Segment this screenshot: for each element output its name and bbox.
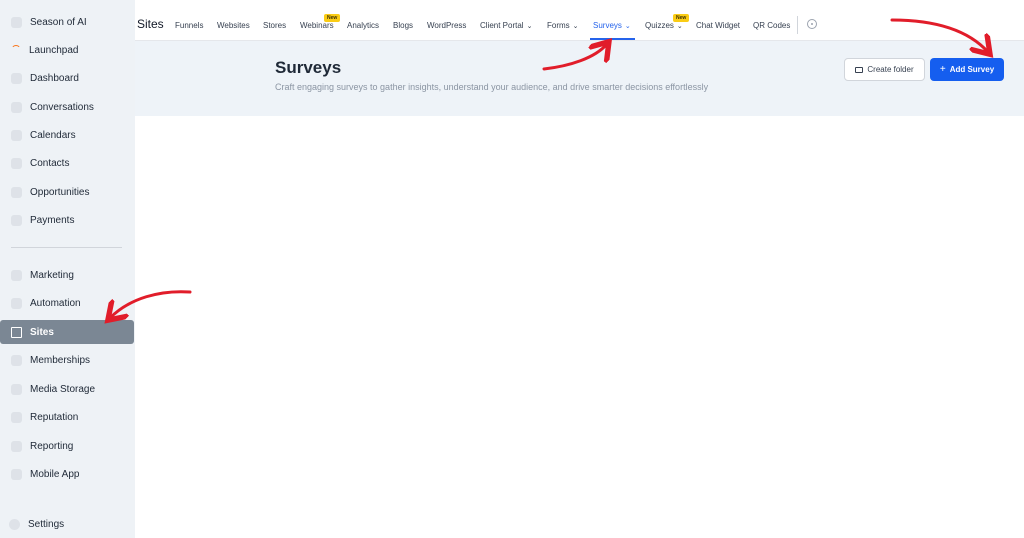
- chevron-down-icon: ⌄: [624, 23, 631, 30]
- sidebar-divider: [11, 247, 122, 248]
- sidebar-item-label: Season of AI: [30, 16, 87, 28]
- memberships-icon: [11, 354, 22, 366]
- sidebar-item-reporting[interactable]: Reporting: [0, 434, 134, 458]
- page-header: Surveys Craft engaging surveys to gather…: [135, 41, 1024, 116]
- chevron-down-icon: ⌄: [526, 23, 533, 30]
- tab-funnels[interactable]: Funnels: [175, 21, 203, 30]
- sidebar-item-label: Contacts: [30, 157, 70, 169]
- tab-webinars[interactable]: Webinars: [300, 21, 334, 30]
- contacts-icon: [11, 157, 22, 169]
- nav-divider: [797, 16, 798, 34]
- automation-icon: [11, 297, 22, 309]
- sidebar-item-calendars[interactable]: Calendars: [0, 123, 134, 147]
- page-title: Surveys: [275, 58, 342, 77]
- gear-icon: [9, 518, 20, 530]
- tab-blogs[interactable]: Blogs: [393, 21, 413, 30]
- sidebar-item-season-of-ai[interactable]: Season of AI: [0, 10, 134, 34]
- folder-icon: [855, 66, 864, 73]
- tab-quizzes[interactable]: Quizzes ⌄: [645, 21, 683, 30]
- sidebar-item-dashboard[interactable]: Dashboard: [0, 66, 134, 90]
- sidebar-item-launchpad[interactable]: Launchpad: [0, 38, 134, 62]
- payments-icon: [11, 214, 22, 226]
- sidebar-item-media-storage[interactable]: Media Storage: [0, 377, 134, 401]
- tab-qr-codes[interactable]: QR Codes: [753, 21, 790, 30]
- tab-chat-widget[interactable]: Chat Widget: [696, 21, 740, 30]
- sidebar-item-memberships[interactable]: Memberships: [0, 348, 134, 372]
- media-icon: [11, 383, 22, 395]
- sidebar-item-mobile-app[interactable]: Mobile App: [0, 462, 134, 486]
- sidebar-item-label: Marketing: [30, 269, 74, 281]
- active-tab-indicator: [590, 38, 635, 40]
- tab-stores[interactable]: Stores: [263, 21, 286, 30]
- star-icon: [11, 411, 22, 423]
- create-folder-label: Create folder: [867, 65, 914, 74]
- plus-icon: +: [939, 63, 946, 75]
- create-folder-button[interactable]: Create folder: [844, 58, 925, 81]
- chart-icon: [11, 440, 22, 452]
- tab-label: Surveys: [593, 21, 622, 30]
- section-title: Sites: [137, 17, 164, 31]
- tab-client-portal[interactable]: Client Portal ⌄: [480, 21, 532, 30]
- sidebar-item-label: Launchpad: [29, 44, 79, 56]
- mobile-icon: [11, 468, 22, 480]
- tab-label: Quizzes: [645, 21, 674, 30]
- tab-surveys[interactable]: Surveys ⌄: [593, 21, 631, 30]
- sidebar-item-label: Calendars: [30, 129, 76, 141]
- sidebar-item-label: Settings: [28, 518, 65, 530]
- calendar-icon: [11, 129, 22, 141]
- sidebar-item-opportunities[interactable]: Opportunities: [0, 180, 134, 204]
- sidebar-item-payments[interactable]: Payments: [0, 208, 134, 232]
- page-description: Craft engaging surveys to gather insight…: [275, 82, 709, 92]
- dashboard-icon: [11, 72, 22, 84]
- sidebar-item-reputation[interactable]: Reputation: [0, 405, 134, 429]
- sites-icon: [11, 326, 22, 338]
- add-survey-label: Add Survey: [949, 65, 995, 74]
- chat-icon: [11, 101, 22, 113]
- tab-websites[interactable]: Websites: [217, 21, 250, 30]
- sidebar-item-label: Media Storage: [30, 383, 96, 395]
- top-nav: Sites Funnels Websites Stores Webinars N…: [135, 0, 1024, 41]
- sidebar-item-automation[interactable]: Automation: [0, 291, 134, 315]
- chevron-down-icon: ⌄: [572, 23, 579, 30]
- sidebar-item-label: Reporting: [30, 440, 74, 452]
- sidebar-item-label: Reputation: [30, 411, 79, 423]
- sidebar-item-contacts[interactable]: Contacts: [0, 151, 134, 175]
- settings-gear-icon[interactable]: [807, 19, 817, 29]
- sidebar-item-label: Automation: [30, 297, 81, 309]
- sidebar-item-label: Sites: [30, 326, 54, 338]
- sidebar-item-label: Memberships: [30, 354, 91, 366]
- sidebar-item-marketing[interactable]: Marketing: [0, 263, 134, 287]
- new-badge: New: [673, 14, 690, 22]
- megaphone-icon: [11, 269, 22, 281]
- new-badge: New: [324, 14, 341, 22]
- funnel-icon: [11, 186, 22, 198]
- sidebar-item-label: Dashboard: [30, 72, 79, 84]
- sidebar-item-label: Opportunities: [30, 186, 90, 198]
- tab-analytics[interactable]: Analytics: [347, 21, 379, 30]
- sidebar-item-settings[interactable]: Settings: [0, 512, 134, 536]
- tab-wordpress[interactable]: WordPress: [427, 21, 466, 30]
- sidebar: Season of AI Launchpad Dashboard Convers…: [0, 0, 135, 538]
- tab-label: Client Portal: [480, 21, 524, 30]
- tab-forms[interactable]: Forms ⌄: [547, 21, 579, 30]
- sparkle-icon: [11, 16, 22, 28]
- sidebar-item-label: Mobile App: [30, 468, 80, 480]
- sidebar-item-label: Conversations: [30, 101, 94, 113]
- tab-label: Forms: [547, 21, 570, 30]
- add-survey-button[interactable]: + Add Survey: [930, 58, 1004, 81]
- sidebar-item-sites[interactable]: Sites: [0, 320, 134, 344]
- chevron-down-icon: ⌄: [676, 23, 683, 30]
- sidebar-item-conversations[interactable]: Conversations: [0, 95, 134, 119]
- sidebar-item-label: Payments: [30, 214, 75, 226]
- launchpad-icon: [11, 45, 21, 55]
